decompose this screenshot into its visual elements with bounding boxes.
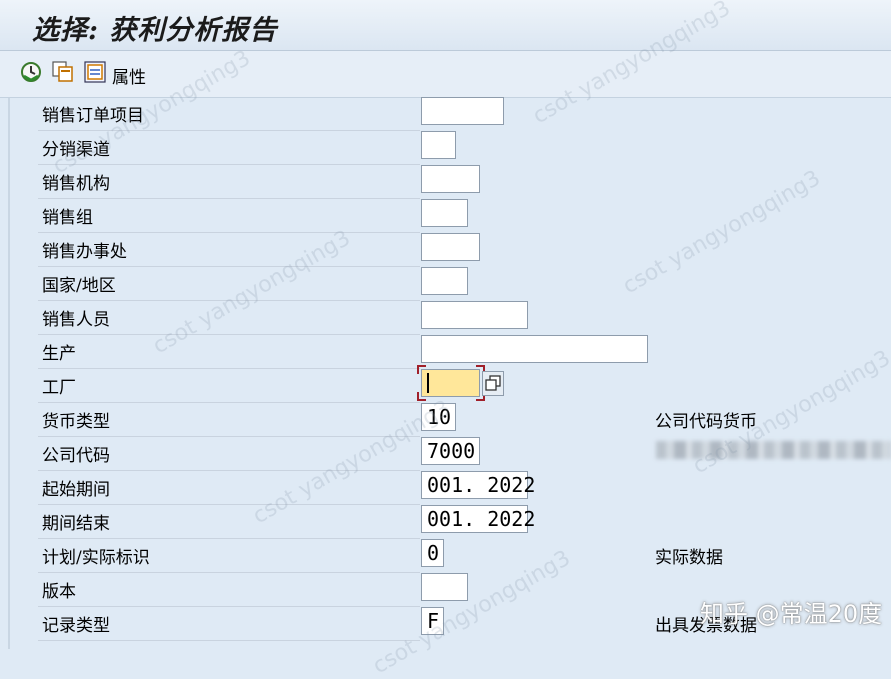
currency-type-description: 公司代码货币 [655, 412, 757, 432]
sales-organization-input[interactable] [421, 165, 480, 193]
field-label: 货币类型 [42, 412, 110, 432]
field-label: 销售组 [42, 208, 93, 228]
field-label: 记录类型 [42, 616, 110, 636]
plan-actual-indicator-input[interactable]: 0 [421, 539, 444, 567]
sales-person-input[interactable] [421, 301, 528, 329]
left-frame-edge [8, 98, 10, 649]
field-label: 销售订单项目 [42, 106, 144, 126]
distribution-channel-input[interactable] [421, 131, 456, 159]
field-label: 销售机构 [42, 174, 110, 194]
period-from-input[interactable]: 001. 2022 [421, 471, 535, 499]
row-record-type: 记录类型 [38, 606, 420, 641]
field-label: 国家/地区 [42, 276, 116, 296]
record-type-input[interactable]: F [421, 607, 444, 635]
row-sales-order-item: 销售订单项目 [38, 96, 420, 131]
country-region-input[interactable] [421, 267, 468, 295]
field-label: 生产 [42, 344, 76, 364]
zhihu-watermark: 知乎 @常温20度 [700, 600, 883, 628]
row-sales-office: 销售办事处 [38, 232, 420, 267]
row-period-to: 期间结束 [38, 504, 420, 539]
row-company-code: 公司代码 [38, 436, 420, 471]
period-to-input[interactable]: 001. 2022 [421, 505, 535, 533]
field-label: 分销渠道 [42, 140, 110, 160]
title-bar: 选择: 获利分析报告 [0, 0, 891, 51]
field-label: 销售办事处 [42, 242, 127, 262]
field-label: 计划/实际标识 [42, 548, 150, 568]
row-plant: 工厂 [38, 368, 420, 403]
sales-group-input[interactable] [421, 199, 468, 227]
focus-frame [417, 365, 485, 401]
attributes-icon[interactable] [84, 61, 106, 83]
field-label: 销售人员 [42, 310, 110, 330]
field-label: 起始期间 [42, 480, 110, 500]
row-plan-actual-indicator: 计划/实际标识 [38, 538, 420, 573]
row-sales-organization: 销售机构 [38, 164, 420, 199]
value-help-button[interactable] [482, 371, 504, 396]
plan-actual-description: 实际数据 [655, 548, 723, 568]
row-period-from: 起始期间 [38, 470, 420, 505]
value-help-icon [485, 375, 501, 391]
row-production: 生产 [38, 334, 420, 369]
row-distribution-channel: 分销渠道 [38, 130, 420, 165]
company-code-description-blurred [656, 441, 891, 459]
version-input[interactable] [421, 573, 468, 601]
sales-office-input[interactable] [421, 233, 480, 261]
row-country-region: 国家/地区 [38, 266, 420, 301]
field-label: 期间结束 [42, 514, 110, 534]
page-title: 选择: 获利分析报告 [32, 15, 278, 46]
variant-copy-icon[interactable] [52, 61, 74, 83]
execute-clock-icon[interactable] [20, 61, 42, 83]
application-toolbar: 属性 [0, 51, 891, 98]
row-sales-group: 销售组 [38, 198, 420, 233]
watermark: csot yangyongqing3 [618, 165, 825, 300]
sales-order-item-input[interactable] [421, 97, 504, 125]
company-code-input[interactable]: 7000 [421, 437, 480, 465]
production-input[interactable] [421, 335, 648, 363]
field-label: 工厂 [42, 378, 76, 398]
currency-type-input[interactable]: 10 [421, 403, 456, 431]
attributes-button-label[interactable]: 属性 [112, 63, 146, 88]
row-sales-person: 销售人员 [38, 300, 420, 335]
row-version: 版本 [38, 572, 420, 607]
field-label: 公司代码 [42, 446, 110, 466]
field-label: 版本 [42, 582, 76, 602]
row-currency-type: 货币类型 [38, 402, 420, 437]
